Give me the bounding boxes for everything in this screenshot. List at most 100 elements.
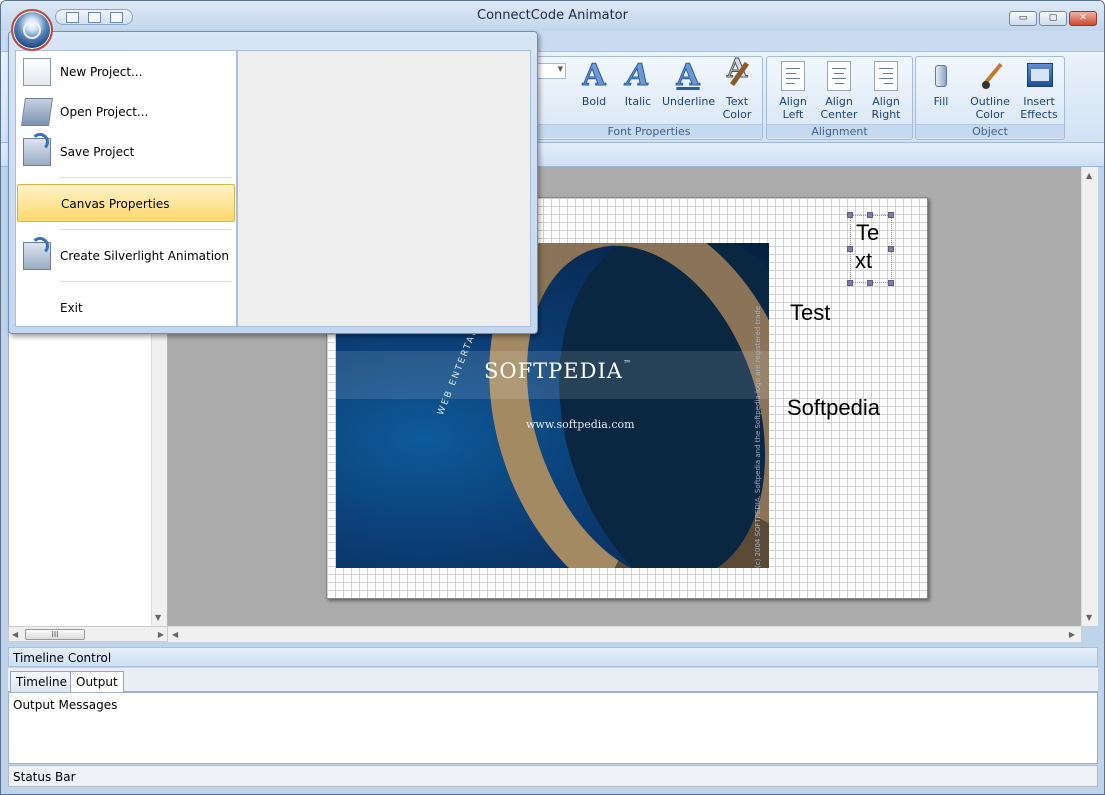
align-right-label-1: Align (872, 95, 900, 108)
app-window: ConnectCode Animator ▭ ▢ ✕ ▼ A Bold A It… (0, 0, 1105, 795)
align-center-label-2: Center (820, 108, 858, 121)
tab-output[interactable]: Output (70, 671, 124, 693)
recent-files-pane (237, 50, 531, 327)
align-left-label-2: Left (782, 108, 804, 121)
insert-effects-button[interactable]: Insert Effects (1020, 61, 1058, 121)
canvas-text-softpedia[interactable]: Softpedia (787, 395, 880, 421)
window-title: ConnectCode Animator (477, 8, 628, 23)
scroll-right-icon[interactable]: ▶ (158, 630, 164, 639)
text-color-label-1: Text (725, 95, 749, 108)
align-center-label-1: Align (825, 95, 853, 108)
underline-button[interactable]: A Underline (662, 58, 716, 108)
menu-item-exit[interactable]: Exit (17, 289, 235, 327)
scroll-right-icon[interactable]: ▶ (1069, 630, 1075, 639)
menu-item-label: Exit (60, 301, 83, 315)
resize-handle[interactable] (847, 280, 853, 286)
application-menu: New Project... Open Project... Save Proj… (8, 31, 538, 334)
menu-item-label: New Project... (60, 65, 143, 79)
menu-item-label: Canvas Properties (61, 197, 170, 211)
align-left-icon (781, 61, 805, 91)
scroll-down-icon[interactable]: ▼ (155, 613, 161, 622)
new-document-icon (23, 58, 51, 86)
scroll-left-icon[interactable]: ◀ (12, 630, 18, 639)
canvas-text-test[interactable]: Test (790, 300, 830, 326)
image-url-text: www.softpedia.com (526, 418, 635, 431)
timeline-tabs: Timeline Output (8, 668, 1098, 693)
menu-item-create-silverlight-animation[interactable]: Create Silverlight Animation (17, 237, 235, 275)
menu-item-open-project[interactable]: Open Project... (17, 93, 235, 131)
globe-icon (23, 21, 41, 39)
align-right-button[interactable]: Align Right (867, 61, 905, 121)
align-left-label-1: Align (779, 95, 807, 108)
fill-button[interactable]: Fill (926, 61, 956, 108)
scroll-up-icon[interactable]: ▲ (1086, 171, 1092, 180)
menu-item-new-project[interactable]: New Project... (17, 53, 235, 91)
menu-item-label: Save Project (60, 145, 135, 159)
outline-color-button[interactable]: Outline Color (968, 61, 1012, 121)
canvas-text-object[interactable]: Te (856, 220, 879, 246)
scroll-down-icon[interactable]: ▼ (1086, 613, 1092, 622)
menu-separator (60, 229, 232, 230)
image-logo-text: SOFTPEDIA™ (484, 359, 632, 383)
canvas-text-object-line-2[interactable]: xt (855, 248, 872, 274)
canvas-vertical-scrollbar[interactable]: ▲ ▼ (1081, 167, 1098, 626)
italic-label: Italic (624, 95, 652, 108)
minimize-button[interactable]: ▭ (1009, 11, 1037, 26)
restore-button[interactable]: ▢ (1039, 11, 1067, 26)
menu-item-label: Create Silverlight Animation (60, 249, 229, 263)
menu-item-canvas-properties[interactable]: Canvas Properties (17, 184, 235, 222)
open-folder-icon (21, 98, 53, 126)
brush-icon (976, 61, 1004, 91)
resize-handle[interactable] (888, 280, 894, 286)
object-group: Fill Outline Color Insert Effects Object (915, 56, 1065, 140)
outline-color-label-1: Outline (970, 95, 1010, 108)
objects-panel-horizontal-scrollbar[interactable]: ◀ III ▶ (8, 626, 168, 642)
underline-icon: A (676, 58, 700, 93)
output-messages-text: Output Messages (13, 698, 118, 712)
resize-handle[interactable] (888, 246, 894, 252)
font-properties-group: ▼ A Bold A Italic A Underline A Text Col… (535, 56, 763, 140)
fill-label: Fill (933, 95, 949, 108)
close-button[interactable]: ✕ (1069, 11, 1097, 26)
resize-handle[interactable] (867, 280, 873, 286)
application-menu-items: New Project... Open Project... Save Proj… (15, 50, 237, 327)
resize-handle[interactable] (888, 212, 894, 218)
resize-handle[interactable] (867, 212, 873, 218)
align-right-icon (874, 61, 898, 91)
insert-effects-label-2: Effects (1020, 108, 1058, 121)
underline-label: Underline (662, 95, 716, 108)
text-color-label-2: Color (722, 108, 752, 121)
title-bar: ConnectCode Animator ▭ ▢ ✕ (1, 1, 1104, 31)
align-center-button[interactable]: Align Center (819, 61, 859, 121)
scroll-left-icon[interactable]: ◀ (172, 630, 178, 639)
chevron-down-icon: ▼ (557, 65, 563, 73)
font-properties-label: Font Properties (536, 124, 762, 138)
paint-bucket-icon (927, 61, 955, 91)
italic-button[interactable]: A Italic (620, 58, 656, 108)
align-right-label-2: Right (871, 108, 901, 121)
create-animation-icon (23, 237, 51, 270)
menu-item-save-project[interactable]: Save Project (17, 133, 235, 171)
scroll-thumb[interactable]: III (25, 629, 85, 640)
image-copyright-text: (c) 2004 SOFTPEDIA. Softpedia and the So… (754, 305, 762, 568)
save-icon (23, 133, 51, 166)
menu-separator (60, 177, 232, 178)
font-size-combo[interactable]: ▼ (536, 63, 566, 79)
tab-timeline[interactable]: Timeline (10, 671, 74, 692)
text-color-icon: A (723, 56, 751, 91)
align-left-button[interactable]: Align Left (775, 61, 811, 121)
align-center-icon (827, 61, 851, 91)
italic-icon: A (626, 58, 650, 93)
text-color-button[interactable]: A Text Color (718, 56, 756, 122)
bold-label: Bold (581, 95, 607, 108)
bold-button[interactable]: A Bold (576, 60, 612, 108)
status-bar: Status Bar (8, 765, 1098, 787)
canvas-horizontal-scrollbar[interactable]: ◀ ▶ (168, 626, 1081, 642)
object-label: Object (916, 124, 1064, 138)
resize-handle[interactable] (847, 246, 853, 252)
application-button[interactable] (11, 9, 53, 51)
menu-item-label: Open Project... (60, 105, 149, 119)
resize-handle[interactable] (847, 212, 853, 218)
alignment-label: Alignment (767, 124, 912, 138)
outline-color-label-2: Color (975, 108, 1005, 121)
